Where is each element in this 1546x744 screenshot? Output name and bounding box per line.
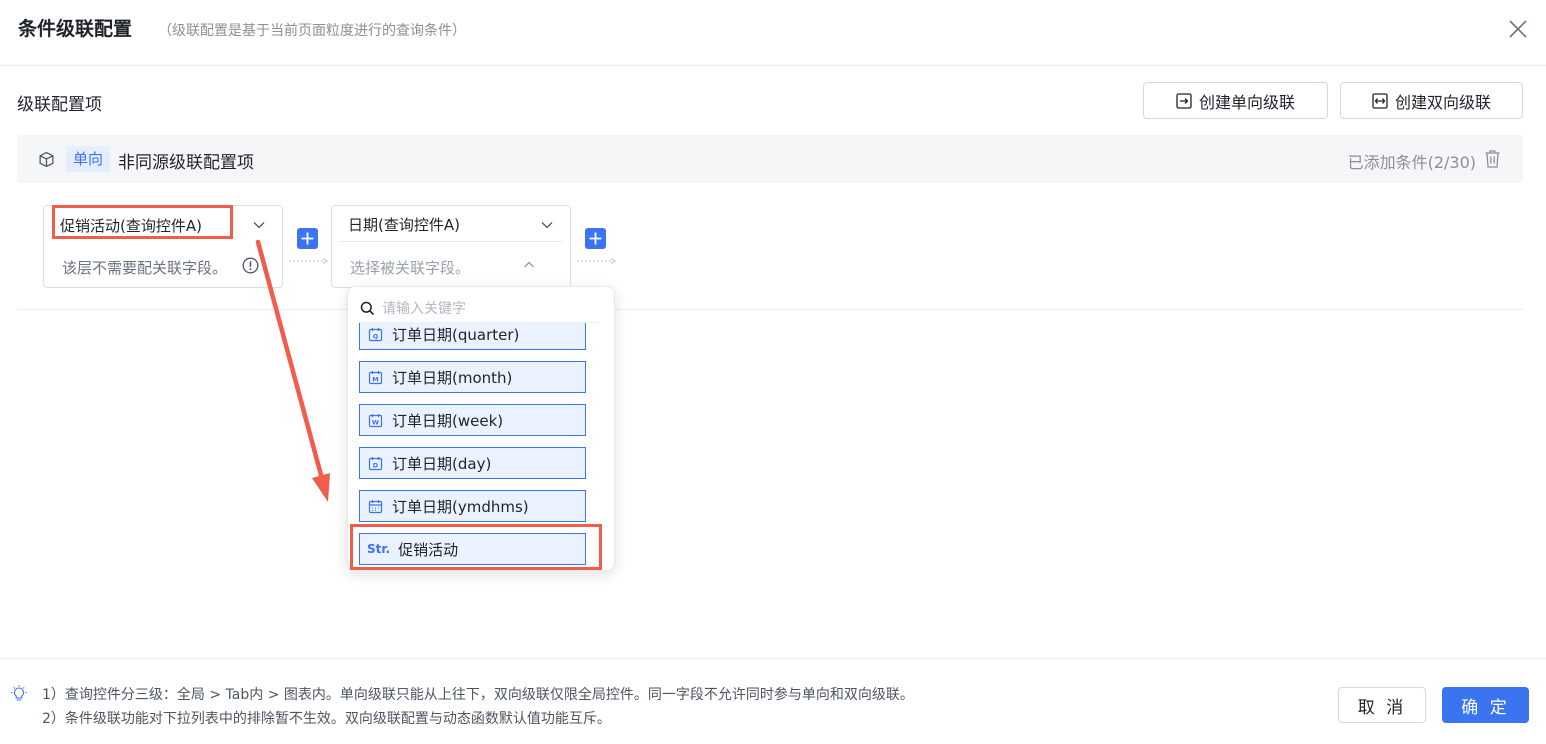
- search-row: [360, 295, 598, 323]
- add-level-button[interactable]: [585, 228, 606, 249]
- node-2-field-select[interactable]: 选择被关联字段。: [350, 257, 470, 278]
- node-2-select-label: 日期(查询控件A): [348, 216, 460, 234]
- field-option-label: 订单日期(month): [392, 368, 513, 387]
- lightbulb-icon: [11, 685, 27, 701]
- cascade-node-2: 日期(查询控件A) 选择被关联字段。: [331, 205, 571, 288]
- month-calendar-icon: M: [368, 370, 383, 384]
- config-item-name: 非同源级联配置项: [118, 153, 254, 173]
- node-1-hint: 该层不需要配关联字段。: [62, 259, 228, 277]
- field-option-label: 订单日期(week): [392, 411, 504, 430]
- plus-icon: [589, 232, 602, 245]
- day-calendar-icon: D: [368, 456, 383, 470]
- close-icon[interactable]: [1506, 17, 1530, 41]
- highlight-frame-option: [350, 524, 602, 570]
- divider: [17, 309, 1523, 310]
- trash-icon[interactable]: [1483, 149, 1502, 169]
- node-2-select[interactable]: 日期(查询控件A): [340, 208, 562, 242]
- dialog-title: 条件级联配置: [18, 18, 133, 40]
- highlight-frame-node-1: [52, 205, 233, 239]
- tip-note-2: 2）条件级联功能对下拉列表中的排除暂不生效。双向级联配置与动态函数默认值功能互斥…: [42, 711, 611, 727]
- tip-note-1: 1）查询控件分三级：全局 > Tab内 > 图表内。单向级联只能从上往下，双向级…: [42, 687, 914, 703]
- create-unidirectional-label: 创建单向级联: [1198, 92, 1295, 112]
- create-bidirectional-label: 创建双向级联: [1394, 92, 1491, 112]
- dialog-footer: 1）查询控件分三级：全局 > Tab内 > 图表内。单向级联只能从上往下，双向级…: [0, 658, 1546, 744]
- annotation-arrow: [255, 239, 330, 502]
- search-input[interactable]: [382, 300, 582, 317]
- field-option[interactable]: Q 订单日期(quarter): [359, 323, 586, 350]
- search-icon: [360, 301, 375, 316]
- unidirectional-icon: [1176, 92, 1192, 109]
- bidirectional-icon: [1372, 92, 1388, 109]
- svg-text:M: M: [372, 375, 378, 383]
- condition-count: 已添加条件(2/30): [1347, 153, 1476, 172]
- config-item-bar: 单向 非同源级联配置项 已添加条件(2/30): [17, 135, 1523, 183]
- chevron-down-icon: [541, 221, 553, 228]
- field-option[interactable]: D 订单日期(day): [359, 447, 586, 479]
- field-option[interactable]: M 订单日期(month): [359, 361, 586, 393]
- field-option-label: 订单日期(ymdhms): [392, 497, 529, 516]
- dialog-header: 条件级联配置 （级联配置是基于当前页面粒度进行的查询条件）: [0, 0, 1546, 66]
- confirm-button[interactable]: 确 定: [1442, 687, 1529, 723]
- week-calendar-icon: W: [368, 413, 383, 427]
- field-option[interactable]: 订单日期(ymdhms): [359, 490, 586, 522]
- create-bidirectional-button[interactable]: 创建双向级联: [1340, 82, 1523, 119]
- create-unidirectional-button[interactable]: 创建单向级联: [1143, 82, 1328, 119]
- dialog-subtitle: （级联配置是基于当前页面粒度进行的查询条件）: [158, 23, 466, 39]
- datetime-calendar-icon: [368, 499, 383, 513]
- svg-text:W: W: [372, 418, 379, 426]
- cancel-button[interactable]: 取 消: [1338, 687, 1426, 723]
- field-option[interactable]: W 订单日期(week): [359, 404, 586, 436]
- connector-arrow: [577, 257, 617, 265]
- section-title: 级联配置项: [17, 95, 102, 115]
- cube-icon: [39, 151, 54, 168]
- direction-tag: 单向: [66, 146, 111, 172]
- chevron-up-icon: [524, 261, 534, 268]
- field-option-label: 订单日期(quarter): [392, 325, 520, 344]
- svg-text:Q: Q: [373, 332, 379, 340]
- quarter-calendar-icon: Q: [368, 327, 383, 341]
- chevron-down-icon: [253, 222, 265, 229]
- svg-text:D: D: [373, 461, 379, 469]
- field-option-label: 订单日期(day): [392, 454, 492, 473]
